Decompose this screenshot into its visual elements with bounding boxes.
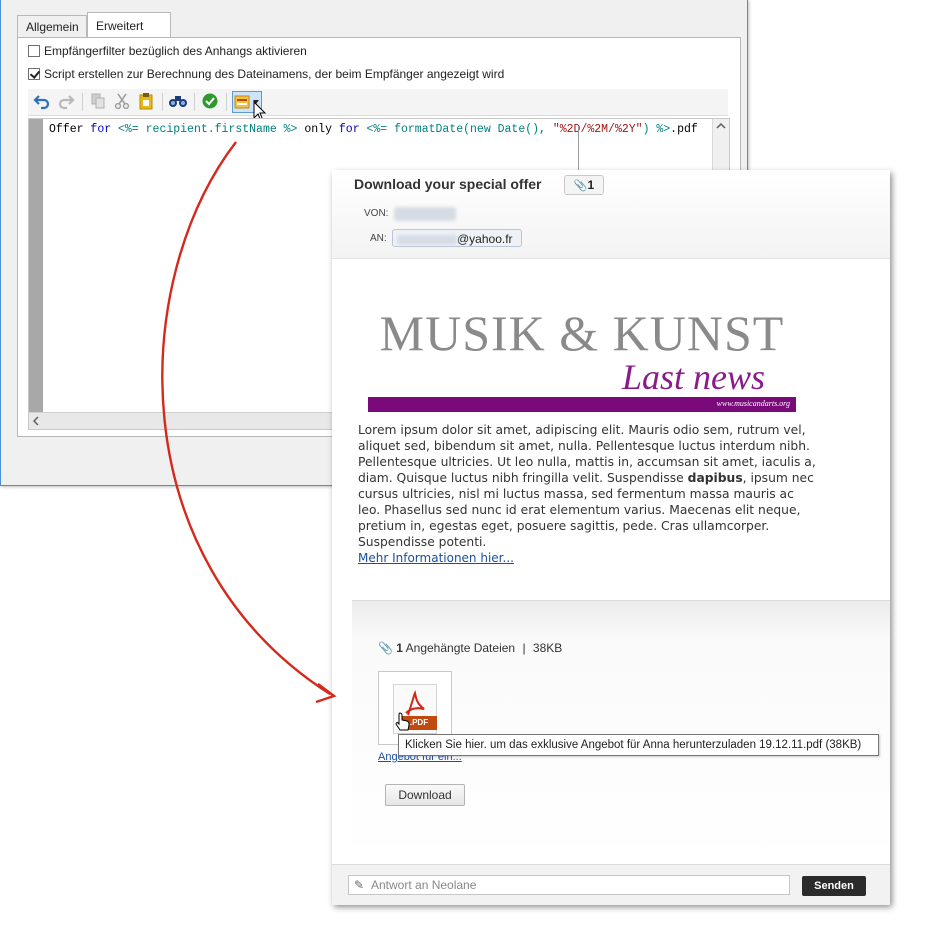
attachment-badge[interactable]: 📎1 xyxy=(564,175,604,195)
script-label: Script erstellen zur Berechnung des Date… xyxy=(44,67,505,81)
to-local-blurred xyxy=(397,234,457,245)
script-option[interactable]: Script erstellen zur Berechnung des Date… xyxy=(28,65,504,83)
paperclip-icon: 📎 xyxy=(378,641,393,655)
email-body-text: Lorem ipsum dolor sit amet, adipiscing e… xyxy=(358,422,818,550)
code-template-tag: <%= recipient.firstName %> xyxy=(118,123,298,136)
reply-input[interactable]: ✎ Antwort an Neolane xyxy=(348,875,790,895)
script-code[interactable]: Offer for <%= recipient.firstName %> onl… xyxy=(49,123,698,136)
code-text: .pdf xyxy=(670,123,698,136)
scroll-up-icon xyxy=(716,122,726,129)
code-string: "%2D/%2M/%2Y" xyxy=(552,123,643,136)
copy-icon[interactable] xyxy=(88,92,108,112)
reply-placeholder: Antwort an Neolane xyxy=(371,878,477,892)
to-address[interactable]: @yahoo.fr xyxy=(392,229,522,247)
callout-line xyxy=(578,126,579,176)
script-checkbox[interactable] xyxy=(28,68,40,80)
code-keyword: for xyxy=(90,123,119,136)
email-subject: Download your special offer xyxy=(354,176,542,192)
filter-checkbox[interactable] xyxy=(28,45,40,57)
filter-option[interactable]: Empfängerfilter bezüglich des Anhangs ak… xyxy=(28,42,307,60)
validate-icon[interactable] xyxy=(200,92,220,112)
attachments-section: 📎 1 Angehängte Dateien | 38KB .PDF Angeb… xyxy=(352,600,890,863)
code-text: only xyxy=(297,123,339,136)
attachments-summary: 📎 1 Angehängte Dateien | 38KB xyxy=(378,641,562,655)
editor-toolbar xyxy=(28,89,728,122)
to-domain: @yahoo.fr xyxy=(457,232,513,246)
scroll-left-icon xyxy=(32,416,39,426)
paperclip-icon: 📎 xyxy=(573,180,588,192)
banner-url: www.musicandarts.org xyxy=(716,399,790,408)
code-text: Offer xyxy=(49,123,91,136)
tab-erweitert[interactable]: Erweitert xyxy=(87,12,171,38)
filter-label: Empfängerfilter bezüglich des Anhangs ak… xyxy=(44,44,307,58)
undo-icon[interactable] xyxy=(32,92,52,112)
attachment-tooltip: Klicken Sie hier. um das exklusive Angeb… xyxy=(398,734,879,756)
redo-icon[interactable] xyxy=(56,92,76,112)
more-info-link[interactable]: Mehr Informationen hier... xyxy=(358,551,514,565)
attachments-count: 1 xyxy=(396,641,403,655)
attachment-badge-count: 1 xyxy=(587,178,595,192)
code-template-tag: <%= formatDate(new Date(), xyxy=(366,123,553,136)
email-preview: Download your special offer 📎1 VON: AN: … xyxy=(332,170,890,905)
code-template-tag: ) %> xyxy=(642,123,671,136)
from-label: VON: xyxy=(364,208,389,219)
hand-cursor-icon xyxy=(395,712,410,731)
banner-subtitle: Last news xyxy=(622,357,766,397)
send-button[interactable]: Senden xyxy=(802,876,866,896)
code-keyword: for xyxy=(338,123,367,136)
to-label: AN: xyxy=(370,233,387,244)
email-header: Download your special offer 📎1 VON: AN: … xyxy=(332,170,890,259)
body-text-bold: dapibus xyxy=(687,471,743,485)
banner-title: MUSIK & KUNST xyxy=(379,305,785,361)
attachments-separator: | xyxy=(522,641,526,655)
from-value-blurred xyxy=(394,206,456,221)
attachments-size: 38KB xyxy=(532,641,563,655)
paste-icon[interactable] xyxy=(136,92,156,112)
cut-icon[interactable] xyxy=(112,92,132,112)
reply-bar: ✎ Antwort an Neolane Senden xyxy=(332,864,890,905)
download-button[interactable]: Download xyxy=(385,784,465,806)
tab-allgemein[interactable]: Allgemein xyxy=(17,15,87,38)
find-icon[interactable] xyxy=(168,92,188,112)
editor-gutter xyxy=(29,119,43,413)
pencil-icon: ✎ xyxy=(354,878,365,892)
attachments-label: Angehängte Dateien xyxy=(405,641,516,655)
banner-bar: www.musicandarts.org xyxy=(368,397,796,412)
